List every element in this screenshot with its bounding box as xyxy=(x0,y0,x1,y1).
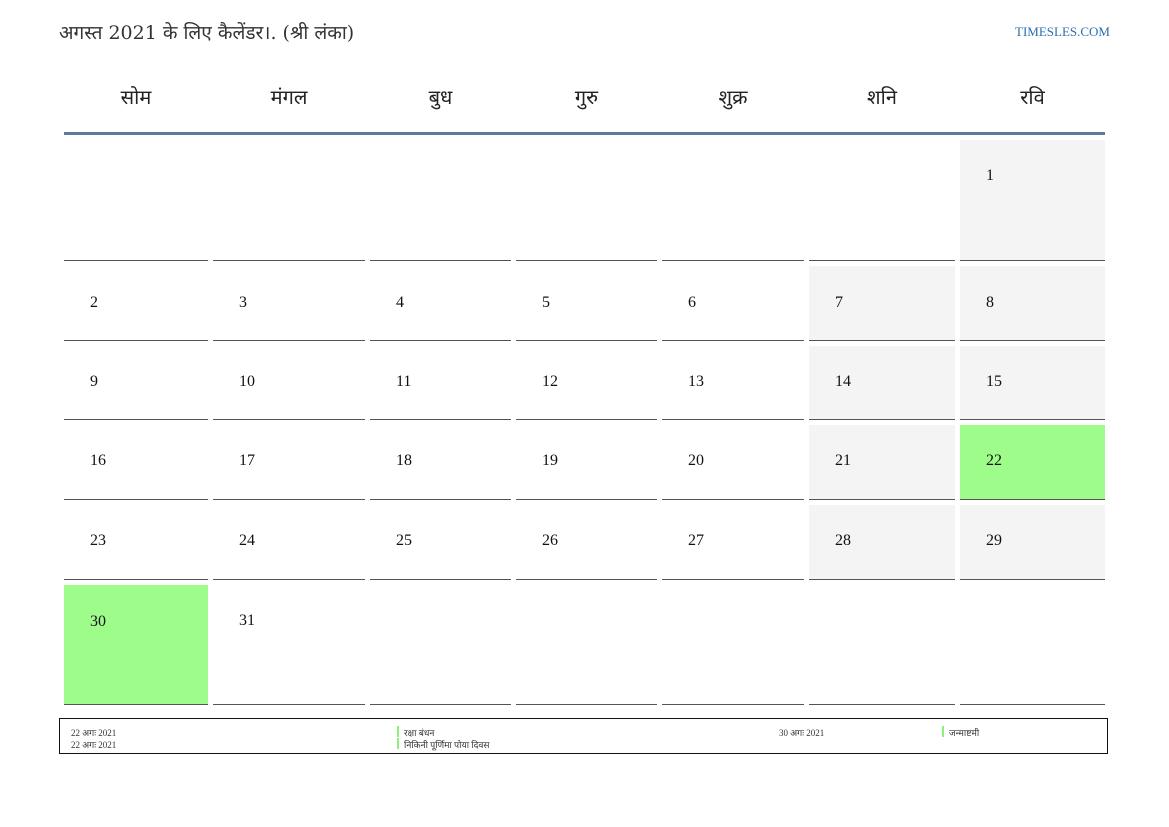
day-number: 24 xyxy=(239,532,255,549)
day-cell[interactable]: 20 xyxy=(662,425,804,500)
day-number: 25 xyxy=(396,532,412,549)
day-cell-empty xyxy=(809,140,955,261)
day-cell[interactable]: 26 xyxy=(516,505,657,580)
day-number: 14 xyxy=(835,373,851,390)
weekday-fri: शुक्र xyxy=(718,84,748,109)
calendar-grid: सोम मंगल बुध गुरु शुक्र शनि रवि 1 2 3 4 … xyxy=(64,60,1105,705)
day-cell[interactable]: 10 xyxy=(213,346,365,420)
page-title: अगस्त 2021 के लिए कैलेंडर।. (श्री लंका) xyxy=(59,22,355,44)
day-cell[interactable]: 18 xyxy=(370,425,511,500)
day-number: 30 xyxy=(90,613,106,630)
day-cell[interactable]: 28 xyxy=(809,505,955,580)
day-cell-empty xyxy=(960,585,1105,705)
brand-link[interactable]: TIMESLES.COM xyxy=(1015,24,1110,40)
week-row: 23 24 25 26 27 28 29 xyxy=(64,505,1105,580)
day-cell[interactable]: 23 xyxy=(64,505,208,580)
day-number: 5 xyxy=(542,294,550,311)
day-number: 2 xyxy=(90,294,98,311)
day-cell[interactable]: 11 xyxy=(370,346,511,420)
day-cell-empty xyxy=(516,585,657,705)
day-cell[interactable]: 17 xyxy=(213,425,365,500)
day-cell[interactable]: 8 xyxy=(960,266,1105,341)
day-cell[interactable]: 21 xyxy=(809,425,955,500)
day-number: 15 xyxy=(986,373,1002,390)
day-cell[interactable]: 1 xyxy=(960,140,1105,261)
day-cell[interactable]: 15 xyxy=(960,346,1105,420)
day-cell[interactable]: 9 xyxy=(64,346,208,420)
weekday-sat: शनि xyxy=(867,84,897,109)
day-cell[interactable]: 24 xyxy=(213,505,365,580)
day-number: 3 xyxy=(239,294,247,311)
day-cell[interactable]: 31 xyxy=(213,585,365,705)
weekday-mon: सोम xyxy=(120,84,152,109)
day-cell-empty xyxy=(370,585,511,705)
legend-holiday-name: जन्माष्टमी xyxy=(942,726,979,739)
day-cell-empty xyxy=(213,140,365,261)
day-number: 27 xyxy=(688,532,704,549)
day-cell[interactable]: 3 xyxy=(213,266,365,341)
day-number: 16 xyxy=(90,452,106,469)
day-number: 13 xyxy=(688,373,704,390)
day-number: 11 xyxy=(396,373,412,390)
day-number: 8 xyxy=(986,294,994,311)
holiday-legend: 22 अगः 2021 रक्षा बंधन 22 अगः 2021 निकिन… xyxy=(59,718,1108,754)
day-cell-empty xyxy=(516,140,657,261)
day-number: 9 xyxy=(90,373,98,390)
day-number: 21 xyxy=(835,452,851,469)
day-cell-holiday[interactable]: 22 xyxy=(960,425,1105,500)
day-cell[interactable]: 29 xyxy=(960,505,1105,580)
weekday-tue: मंगल xyxy=(270,84,308,109)
day-number: 28 xyxy=(835,532,851,549)
day-cell[interactable]: 5 xyxy=(516,266,657,341)
day-number: 23 xyxy=(90,532,106,549)
week-row: 16 17 18 19 20 21 22 xyxy=(64,425,1105,500)
week-row: 1 xyxy=(64,140,1105,261)
day-cell-holiday[interactable]: 30 xyxy=(64,585,208,705)
day-number: 26 xyxy=(542,532,558,549)
day-cell[interactable]: 4 xyxy=(370,266,511,341)
day-number: 19 xyxy=(542,452,558,469)
day-number: 1 xyxy=(986,167,994,184)
legend-holiday-name: निकिनी पूर्णिमा पोया दिवस xyxy=(397,738,490,751)
day-cell[interactable]: 12 xyxy=(516,346,657,420)
day-cell-empty xyxy=(662,585,804,705)
week-row: 2 3 4 5 6 7 8 xyxy=(64,266,1105,341)
day-number: 17 xyxy=(239,452,255,469)
day-cell-empty xyxy=(370,140,511,261)
day-cell-empty xyxy=(64,140,208,261)
day-cell[interactable]: 6 xyxy=(662,266,804,341)
legend-date: 30 अगः 2021 xyxy=(779,728,825,738)
day-number: 7 xyxy=(835,294,843,311)
day-cell[interactable]: 16 xyxy=(64,425,208,500)
day-number: 4 xyxy=(396,294,404,311)
day-number: 31 xyxy=(239,612,255,629)
day-cell-empty xyxy=(809,585,955,705)
day-cell[interactable]: 2 xyxy=(64,266,208,341)
day-number: 10 xyxy=(239,373,255,390)
legend-date: 22 अगः 2021 xyxy=(71,740,117,750)
day-cell[interactable]: 7 xyxy=(809,266,955,341)
day-number: 18 xyxy=(396,452,412,469)
day-number: 6 xyxy=(688,294,696,311)
day-number: 29 xyxy=(986,532,1002,549)
day-cell[interactable]: 25 xyxy=(370,505,511,580)
day-number: 22 xyxy=(986,452,1002,469)
week-row: 30 31 xyxy=(64,585,1105,705)
weekday-sun: रवि xyxy=(1020,84,1045,109)
day-cell[interactable]: 27 xyxy=(662,505,804,580)
week-row: 9 10 11 12 13 14 15 xyxy=(64,346,1105,420)
day-cell-empty xyxy=(662,140,804,261)
weekday-thu: गुरु xyxy=(574,84,599,109)
day-cell[interactable]: 14 xyxy=(809,346,955,420)
day-number: 12 xyxy=(542,373,558,390)
weekday-wed: बुध xyxy=(428,84,453,109)
day-cell[interactable]: 19 xyxy=(516,425,657,500)
day-number: 20 xyxy=(688,452,704,469)
weekday-header: सोम मंगल बुध गुरु शुक्र शनि रवि xyxy=(64,60,1105,135)
day-cell[interactable]: 13 xyxy=(662,346,804,420)
